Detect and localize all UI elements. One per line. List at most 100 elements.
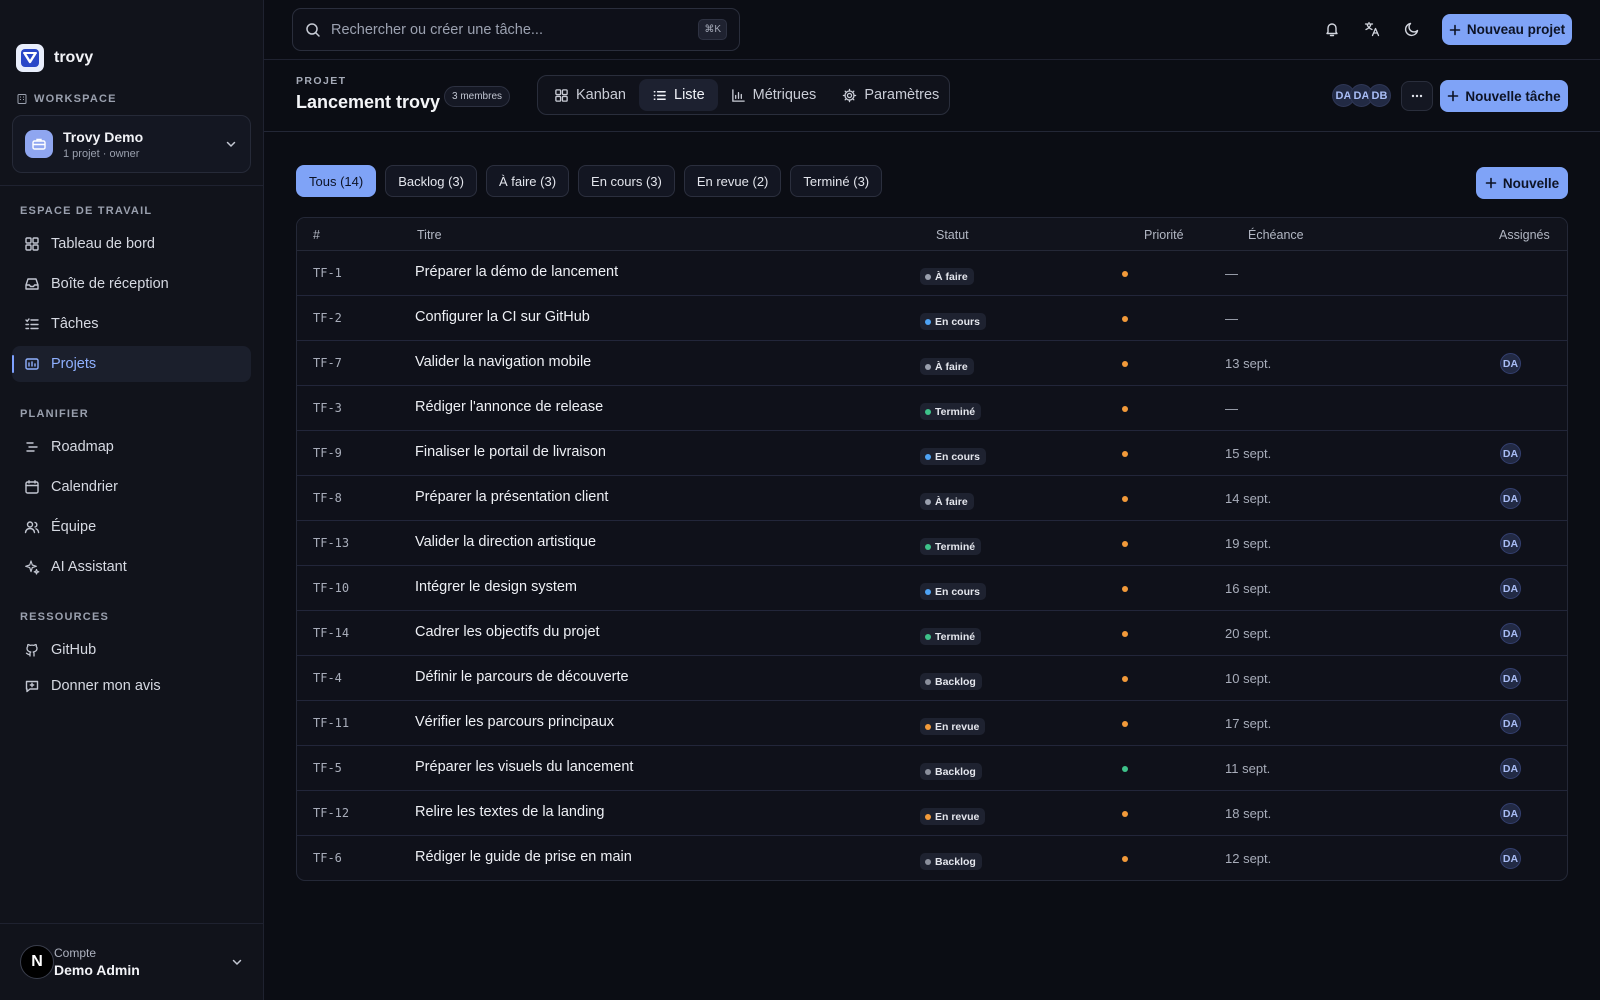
account-menu[interactable]: N Compte Demo Admin (0, 923, 264, 1000)
priority-dot[interactable] (1122, 451, 1128, 457)
priority-dot[interactable] (1122, 676, 1128, 682)
due-date[interactable]: 12 sept. (1225, 851, 1271, 866)
filter-in-progress[interactable]: En cours (3) (578, 165, 675, 197)
members-badge[interactable]: 3 membres (444, 86, 511, 107)
search-input[interactable] (331, 21, 689, 38)
status-badge[interactable]: Backlog (920, 853, 982, 870)
column-due[interactable]: Échéance (1248, 228, 1304, 242)
task-title[interactable]: Relire les textes de la landing (415, 804, 604, 820)
status-badge[interactable]: Terminé (920, 628, 982, 645)
status-badge[interactable]: Terminé (920, 403, 982, 420)
workspace-switcher[interactable]: Trovy Demo 1 projet · owner (12, 115, 251, 173)
task-title[interactable]: Cadrer les objectifs du projet (415, 624, 600, 640)
avatar[interactable]: DA (1500, 713, 1521, 734)
filter-in-review[interactable]: En revue (2) (683, 165, 782, 197)
task-title[interactable]: Préparer les visuels du lancement (415, 759, 633, 775)
due-date[interactable]: — (1225, 401, 1238, 416)
sidebar-item-roadmap[interactable]: Roadmap (12, 429, 251, 465)
filter-done[interactable]: Terminé (3) (790, 165, 883, 197)
due-date[interactable]: 13 sept. (1225, 356, 1271, 371)
sidebar-item-ai-assistant[interactable]: AI Assistant (12, 549, 251, 585)
priority-dot[interactable] (1122, 721, 1128, 727)
priority-dot[interactable] (1122, 541, 1128, 547)
due-date[interactable]: 14 sept. (1225, 491, 1271, 506)
task-title[interactable]: Préparer la démo de lancement (415, 264, 618, 280)
status-badge[interactable]: Terminé (920, 538, 982, 555)
due-date[interactable]: 20 sept. (1225, 626, 1271, 641)
avatar[interactable]: DA (1500, 848, 1521, 869)
task-title[interactable]: Intégrer le design system (415, 579, 577, 595)
status-badge[interactable]: En cours (920, 313, 986, 330)
task-title[interactable]: Valider la navigation mobile (415, 354, 591, 370)
status-badge[interactable]: À faire (920, 358, 974, 375)
table-row[interactable]: TF-13 Valider la direction artistique Term… (297, 521, 1567, 566)
status-badge[interactable]: En cours (920, 448, 986, 465)
task-title[interactable]: Valider la direction artistique (415, 534, 596, 550)
filter-backlog[interactable]: Backlog (3) (385, 165, 477, 197)
priority-dot[interactable] (1122, 631, 1128, 637)
tab-list[interactable]: Liste (639, 79, 718, 111)
table-row[interactable]: TF-4 Définir le parcours de découverte Bac… (297, 656, 1567, 701)
due-date[interactable]: 15 sept. (1225, 446, 1271, 461)
table-row[interactable]: TF-14 Cadrer les objectifs du projet Termi… (297, 611, 1567, 656)
table-row[interactable]: TF-9 Finaliser le portail de livraison En … (297, 431, 1567, 476)
priority-dot[interactable] (1122, 271, 1128, 277)
avatar[interactable]: DA (1500, 488, 1521, 509)
status-badge[interactable]: À faire (920, 493, 974, 510)
translate-icon[interactable] (1363, 20, 1381, 38)
task-title[interactable]: Finaliser le portail de livraison (415, 444, 606, 460)
more-options-button[interactable] (1401, 81, 1433, 111)
column-id[interactable]: # (313, 228, 320, 242)
priority-dot[interactable] (1122, 811, 1128, 817)
priority-dot[interactable] (1122, 406, 1128, 412)
priority-dot[interactable] (1122, 586, 1128, 592)
sidebar-item-projects[interactable]: Projets (12, 346, 251, 382)
status-badge[interactable]: À faire (920, 268, 974, 285)
avatar[interactable]: DA (1500, 578, 1521, 599)
sidebar-item-github[interactable]: GitHub (12, 632, 251, 668)
priority-dot[interactable] (1122, 496, 1128, 502)
status-badge[interactable]: Backlog (920, 673, 982, 690)
status-badge[interactable]: En revue (920, 718, 986, 735)
avatar[interactable]: DA (1500, 533, 1521, 554)
project-members[interactable]: DA DA DB (1332, 84, 1391, 107)
sidebar-item-calendar[interactable]: Calendrier (12, 469, 251, 505)
avatar[interactable]: DA (1500, 758, 1521, 779)
table-row[interactable]: TF-11 Vérifier les parcours principaux En … (297, 701, 1567, 746)
sidebar-item-team[interactable]: Équipe (12, 509, 251, 545)
column-status[interactable]: Statut (936, 228, 969, 242)
table-row[interactable]: TF-7 Valider la navigation mobile À faire 1… (297, 341, 1567, 386)
due-date[interactable]: 18 sept. (1225, 806, 1271, 821)
priority-dot[interactable] (1122, 361, 1128, 367)
table-row[interactable]: TF-1 Préparer la démo de lancement À faire… (297, 251, 1567, 296)
task-title[interactable]: Configurer la CI sur GitHub (415, 309, 590, 325)
sidebar-item-inbox[interactable]: Boîte de réception (12, 266, 251, 302)
task-title[interactable]: Rédiger le guide de prise en main (415, 849, 632, 865)
filter-all[interactable]: Tous (14) (296, 165, 377, 197)
task-title[interactable]: Préparer la présentation client (415, 489, 608, 505)
table-row[interactable]: TF-12 Relire les textes de la landing En r… (297, 791, 1567, 836)
column-title[interactable]: Titre (417, 228, 442, 242)
avatar[interactable]: DA (1500, 803, 1521, 824)
due-date[interactable]: — (1225, 311, 1238, 326)
due-date[interactable]: 16 sept. (1225, 581, 1271, 596)
filter-todo[interactable]: À faire (3) (485, 165, 570, 197)
new-project-button[interactable]: Nouveau projet (1442, 14, 1572, 45)
tab-settings[interactable]: Paramètres (829, 79, 952, 111)
table-row[interactable]: TF-3 Rédiger l'annonce de release Terminé — (297, 386, 1567, 431)
status-badge[interactable]: En cours (920, 583, 986, 600)
task-title[interactable]: Rédiger l'annonce de release (415, 399, 603, 415)
due-date[interactable]: 10 sept. (1225, 671, 1271, 686)
new-task-button[interactable]: Nouvelle tâche (1440, 80, 1568, 112)
bell-icon[interactable] (1323, 20, 1341, 38)
moon-icon[interactable] (1403, 20, 1421, 38)
status-badge[interactable]: En revue (920, 808, 986, 825)
due-date[interactable]: — (1225, 266, 1238, 281)
table-row[interactable]: TF-5 Préparer les visuels du lancement Bac… (297, 746, 1567, 791)
avatar[interactable]: DA (1500, 668, 1521, 689)
column-assignees[interactable]: Assignés (1499, 228, 1550, 242)
sidebar-item-dashboard[interactable]: Tableau de bord (12, 226, 251, 262)
tab-kanban[interactable]: Kanban (541, 79, 639, 111)
new-item-button[interactable]: Nouvelle (1476, 167, 1568, 199)
table-row[interactable]: TF-2 Configurer la CI sur GitHub En cours — (297, 296, 1567, 341)
